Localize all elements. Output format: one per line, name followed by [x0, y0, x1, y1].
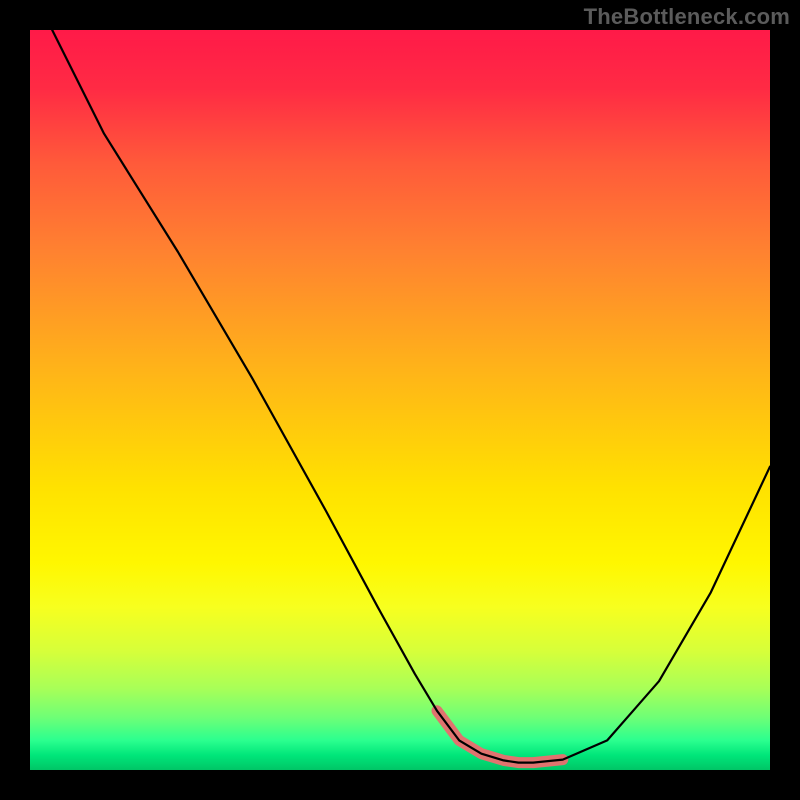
plot-area: [30, 30, 770, 770]
watermark-text: TheBottleneck.com: [584, 4, 790, 30]
chart-frame: TheBottleneck.com: [0, 0, 800, 800]
bottleneck-curve: [30, 30, 770, 770]
curve-line: [30, 30, 770, 763]
